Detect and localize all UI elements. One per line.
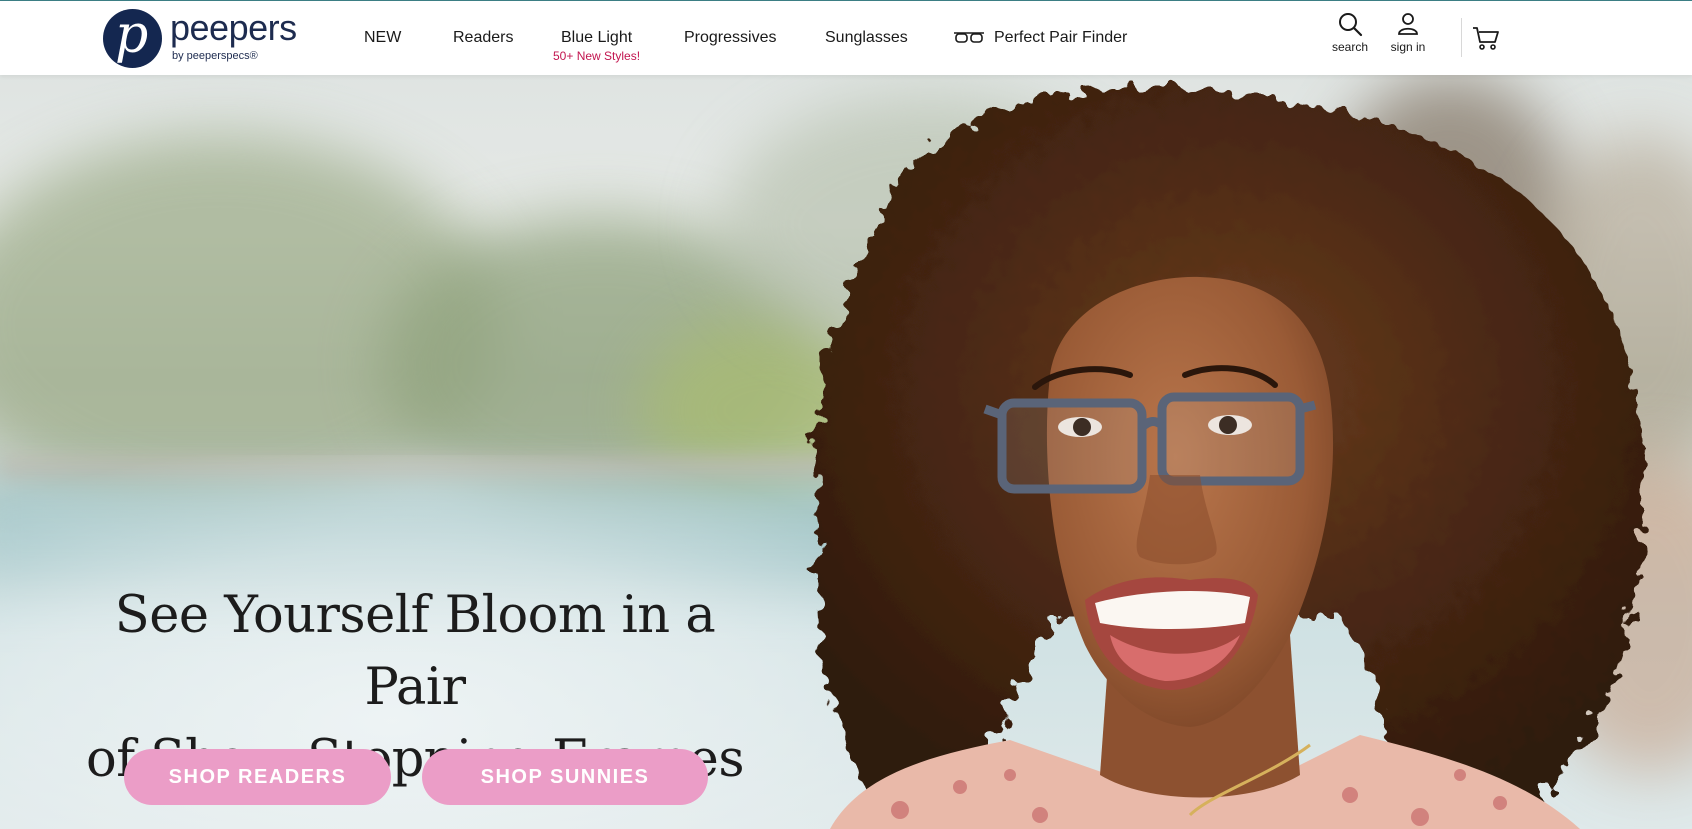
brand-logo[interactable]: p peepers by peeperspecs® — [103, 5, 323, 69]
search-button[interactable]: search — [1329, 11, 1371, 54]
logo-badge: p — [103, 5, 162, 68]
nav-sunglasses[interactable]: Sunglasses — [825, 29, 908, 47]
nav-blue-light-promo[interactable]: 50+ New Styles! — [553, 49, 640, 63]
sign-in-label: sign in — [1390, 40, 1426, 54]
site-header: p peepers by peeperspecs® NEW Readers Bl… — [0, 1, 1692, 75]
header-divider — [1461, 18, 1462, 57]
search-icon — [1339, 13, 1363, 37]
nav-readers[interactable]: Readers — [453, 29, 513, 47]
nav-blue-light[interactable]: Blue Light — [561, 29, 632, 47]
hero-banner: See Yourself Bloom in a Pair of Show-Sto… — [0, 75, 1692, 829]
nav-progressives[interactable]: Progressives — [684, 29, 776, 47]
search-label: search — [1331, 40, 1369, 54]
glasses-icon — [954, 32, 984, 43]
logo-letter: p — [115, 5, 149, 65]
shop-readers-button[interactable]: SHOP READERS — [124, 749, 391, 805]
user-icon — [1398, 13, 1418, 35]
brand-name: peepers — [170, 7, 297, 48]
brand-byline: by peeperspecs® — [172, 50, 258, 62]
cart-button[interactable] — [1472, 25, 1500, 56]
cart-icon — [1473, 27, 1499, 50]
nav-perfect-pair-finder[interactable]: Perfect Pair Finder — [994, 29, 1127, 47]
nav-new[interactable]: NEW — [364, 29, 401, 47]
shop-sunnies-button[interactable]: SHOP SUNNIES — [422, 749, 708, 805]
sign-in-button[interactable]: sign in — [1386, 11, 1430, 54]
hero-headline-line-1: See Yourself Bloom in a Pair — [114, 586, 716, 717]
